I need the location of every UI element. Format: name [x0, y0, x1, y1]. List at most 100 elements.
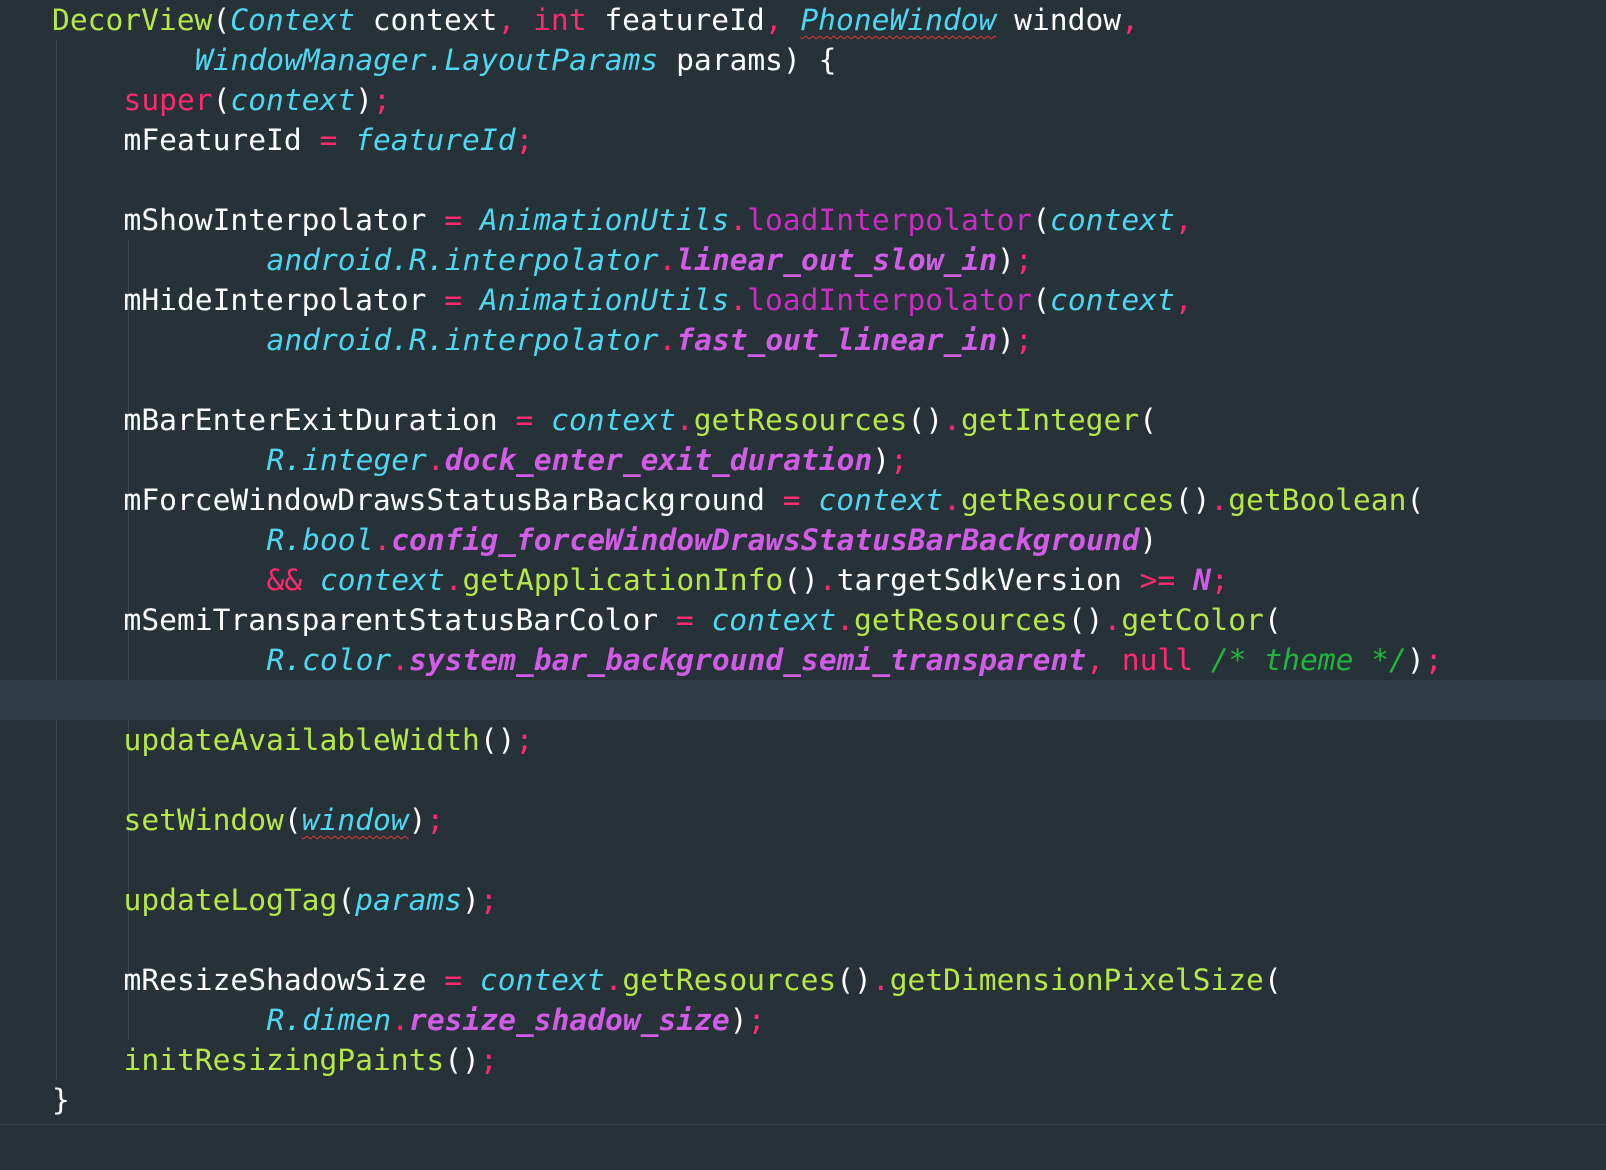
code-token: .: [729, 203, 748, 237]
code-token: =: [444, 283, 463, 317]
editor-bottom-divider: [0, 1124, 1606, 1125]
code-line-text: android.R.interpolator.fast_out_linear_i…: [267, 320, 1033, 360]
code-line[interactable]: super(context);: [0, 80, 1606, 120]
code-token: android.R.interpolator: [266, 323, 659, 357]
code-line[interactable]: updateLogTag(params);: [0, 880, 1606, 920]
code-token: .: [1210, 483, 1229, 517]
code-token: N: [1193, 563, 1211, 597]
code-token: .: [943, 483, 961, 517]
code-line-text: mSemiTransparentStatusBarColor = context…: [124, 600, 1282, 640]
code-token: ,: [764, 3, 801, 37]
code-token: updateAvailableWidth: [123, 723, 480, 757]
code-line[interactable]: R.integer.dock_enter_exit_duration);: [0, 440, 1606, 480]
code-token: targetSdkVersion: [836, 563, 1140, 597]
code-token: config_forceWindowDrawsStatusBarBackgrou…: [391, 523, 1140, 557]
code-token: (: [1263, 963, 1282, 997]
code-token: .: [871, 963, 890, 997]
code-editor[interactable]: DecorView(Context context, int featureId…: [0, 0, 1606, 1170]
code-token: (): [783, 563, 819, 597]
code-token: context: [711, 603, 837, 637]
code-line[interactable]: [0, 840, 1606, 880]
code-token: ,: [1174, 283, 1193, 317]
code-line-text: mResizeShadowSize = context.getResources…: [124, 960, 1282, 1000]
code-line[interactable]: WindowManager.LayoutParams params) {: [0, 40, 1606, 80]
code-token: ): [872, 443, 891, 477]
code-token: .: [943, 403, 961, 437]
code-line[interactable]: R.bool.config_forceWindowDrawsStatusBarB…: [0, 520, 1606, 560]
code-token: getInteger: [960, 403, 1140, 437]
code-token: mSemiTransparentStatusBarColor: [123, 603, 676, 637]
code-token: (: [212, 83, 231, 117]
code-token: ): [997, 243, 1015, 277]
code-token: dock_enter_exit_duration: [444, 443, 873, 477]
code-line[interactable]: mHideInterpolator = AnimationUtils.loadI…: [0, 280, 1606, 320]
code-token: ;: [479, 1043, 498, 1077]
code-token: .: [1103, 603, 1122, 637]
code-token: getResources: [854, 603, 1068, 637]
code-token: /* theme */: [1210, 643, 1407, 677]
code-line[interactable]: mForceWindowDrawsStatusBarBackground = c…: [0, 480, 1606, 520]
code-line[interactable]: mShowInterpolator = AnimationUtils.loadI…: [0, 200, 1606, 240]
code-token: .: [729, 283, 748, 317]
code-line-text: android.R.interpolator.linear_out_slow_i…: [267, 240, 1033, 280]
code-line[interactable]: initResizingPaints();: [0, 1040, 1606, 1080]
code-token: .: [836, 603, 855, 637]
code-line[interactable]: [0, 920, 1606, 960]
code-token: .: [818, 563, 837, 597]
code-token: null: [1121, 643, 1194, 677]
code-token: getResources: [622, 963, 837, 997]
code-line[interactable]: [0, 160, 1606, 200]
code-line[interactable]: [0, 680, 1606, 720]
code-token: getApplicationInfo: [462, 563, 784, 597]
code-line-text: mShowInterpolator = AnimationUtils.loadI…: [124, 200, 1193, 240]
code-line[interactable]: mFeatureId = featureId;: [0, 120, 1606, 160]
code-line[interactable]: R.dimen.resize_shadow_size);: [0, 1000, 1606, 1040]
code-token: mBarEnterExitDuration: [123, 403, 516, 437]
code-token: ;: [515, 723, 534, 757]
code-token: params) {: [658, 43, 837, 77]
code-line[interactable]: R.color.system_bar_background_semi_trans…: [0, 640, 1606, 680]
code-token: context: [551, 403, 676, 437]
code-line[interactable]: android.R.interpolator.linear_out_slow_i…: [0, 240, 1606, 280]
code-line[interactable]: mResizeShadowSize = context.getResources…: [0, 960, 1606, 1000]
code-token: (: [1139, 403, 1157, 437]
code-token: .: [675, 403, 694, 437]
code-line-text: }: [52, 1080, 70, 1120]
code-line[interactable]: [0, 360, 1606, 400]
code-token: mShowInterpolator: [123, 203, 445, 237]
code-token: context: [1050, 283, 1175, 317]
code-token: >=: [1139, 563, 1176, 597]
code-line[interactable]: updateAvailableWidth();: [0, 720, 1606, 760]
code-token: initResizingPaints: [123, 1043, 445, 1077]
code-line-text: updateLogTag(params);: [124, 880, 498, 920]
code-token: linear_out_slow_in: [676, 243, 998, 277]
code-line-text: initResizingPaints();: [124, 1040, 498, 1080]
code-line[interactable]: mSemiTransparentStatusBarColor = context…: [0, 600, 1606, 640]
code-token: =: [444, 203, 463, 237]
code-line[interactable]: setWindow(window);: [0, 800, 1606, 840]
code-token: (): [1174, 483, 1211, 517]
code-token: ): [408, 803, 427, 837]
code-line[interactable]: mBarEnterExitDuration = context.getResou…: [0, 400, 1606, 440]
code-line-text: R.integer.dock_enter_exit_duration);: [267, 440, 908, 480]
code-token: AnimationUtils: [479, 283, 730, 317]
code-line[interactable]: [0, 760, 1606, 800]
code-token: mResizeShadowSize: [123, 963, 445, 997]
code-token: PhoneWindow: [800, 3, 997, 37]
code-line-text: R.bool.config_forceWindowDrawsStatusBarB…: [267, 520, 1158, 560]
code-line[interactable]: && context.getApplicationInfo().targetSd…: [0, 560, 1606, 600]
code-token: ): [462, 883, 480, 917]
code-line[interactable]: }: [0, 1080, 1606, 1120]
code-token: DecorView: [52, 3, 213, 37]
code-token: system_bar_background_semi_transparent: [409, 643, 1087, 677]
code-line-text: DecorView(Context context, int featureId…: [52, 0, 1139, 40]
code-token: getBoolean: [1228, 483, 1407, 517]
code-line[interactable]: DecorView(Context context, int featureId…: [0, 0, 1606, 40]
code-line-text: && context.getApplicationInfo().targetSd…: [267, 560, 1229, 600]
code-line[interactable]: android.R.interpolator.fast_out_linear_i…: [0, 320, 1606, 360]
code-token: (): [1067, 603, 1104, 637]
